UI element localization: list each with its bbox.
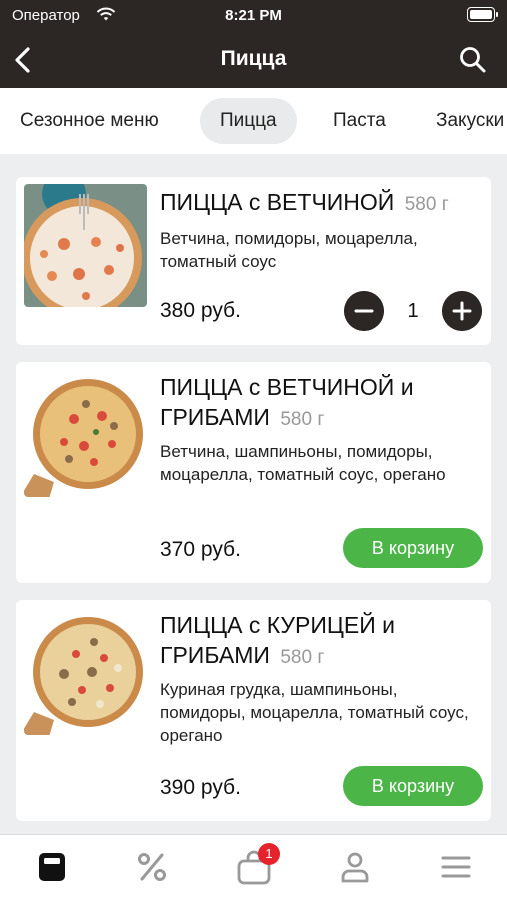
discount-icon[interactable] — [134, 849, 170, 885]
category-tabs: Сезонное меню Пицца Паста Закуски — [0, 88, 507, 154]
minus-button[interactable] — [344, 291, 384, 331]
product-weight: 580 г — [280, 647, 325, 668]
tab-pizza[interactable]: Пицца — [200, 98, 297, 144]
product-price: 370 руб. — [160, 538, 241, 561]
menu-icon[interactable] — [34, 849, 70, 885]
product-price: 390 руб. — [160, 776, 241, 799]
product-card[interactable]: ПИЦЦА с ВЕТЧИНОЙ и ГРИБАМИ 580 г Ветчина… — [16, 362, 491, 583]
product-description: Ветчина, помидоры, моцарелла, томатный с… — [160, 229, 418, 271]
battery-icon — [467, 7, 498, 22]
hamburger-icon[interactable] — [438, 849, 474, 885]
add-to-cart-button[interactable]: В корзину — [343, 766, 483, 806]
pizza-chicken-mushrooms-image — [24, 612, 147, 735]
status-bar: Оператор 8:21 PM — [0, 0, 507, 32]
product-card[interactable]: ПИЦЦА с ВЕТЧИНОЙ 580 г Ветчина, помидоры… — [16, 177, 491, 345]
tab-snacks[interactable]: Закуски — [416, 98, 507, 144]
cart-tab[interactable]: 1 — [236, 843, 280, 885]
tab-pasta[interactable]: Паста — [313, 98, 406, 144]
pizza-ham-image — [24, 184, 147, 307]
product-description: Куриная грудка, шампиньоны, помидоры, мо… — [160, 680, 469, 745]
page-title: Пицца — [220, 47, 287, 70]
add-to-cart-button[interactable]: В корзину — [343, 528, 483, 568]
bottom-tab-bar: 1 — [0, 834, 507, 900]
pizza-ham-mushrooms-image — [24, 374, 147, 497]
search-icon[interactable] — [457, 44, 489, 76]
profile-icon[interactable] — [337, 849, 373, 885]
tab-seasonal-menu[interactable]: Сезонное меню — [0, 98, 179, 144]
product-name: ПИЦЦА с ВЕТЧИНОЙ 580 г — [160, 189, 449, 215]
nav-bar: Пицца — [0, 32, 507, 88]
product-weight: 580 г — [280, 409, 325, 430]
product-description: Ветчина, шампиньоны, помидоры, моцарелла… — [160, 442, 446, 484]
plus-button[interactable] — [442, 291, 482, 331]
product-card[interactable]: ПИЦЦА с КУРИЦЕЙ и ГРИБАМИ 580 г Куриная … — [16, 600, 491, 821]
product-weight: 580 г — [404, 194, 449, 215]
cart-badge: 1 — [258, 843, 280, 865]
clock: 8:21 PM — [225, 7, 282, 24]
product-price: 380 руб. — [160, 299, 241, 322]
quantity-value: 1 — [407, 300, 419, 322]
product-name: ПИЦЦА с КУРИЦЕЙ и ГРИБАМИ 580 г — [160, 612, 395, 668]
product-name: ПИЦЦА с ВЕТЧИНОЙ и ГРИБАМИ 580 г — [160, 374, 414, 430]
